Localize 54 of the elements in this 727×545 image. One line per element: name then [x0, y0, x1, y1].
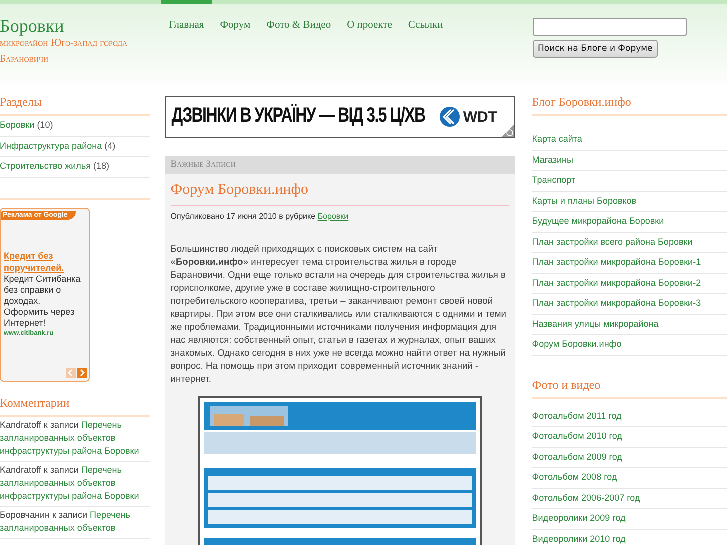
page-link[interactable]: Будущее микрорайона Боровки: [532, 216, 664, 226]
ad-text: Кредит Ситибанка без справки о доходах. Оформить через Интернет!: [4, 274, 82, 328]
post-body: Большинство людей приходящих с поисковых систем на сайт «Боровки.инфо» интересует тема строительства жилья в городе Барановичи. Одни еще только встали на очередь для строительства жилья в горисполкоме, другие уже в составе жилищно-строительного потребительского кооператива, третьи – заканчивают ремонт своей новой квартиры. При этом все они сталкивались или сталкиваются с одними и теми же проблемами. Традиционными источниками получения информация для нас являются: собственный опыт, статьи в газетах и журналах, опыт ваших знакомых. Однако сегодня в них уже не всегда можно найти ответ на нужный вопрос. На помощь при этом приходит современный источник знаний - интернет.: [170, 243, 508, 386]
page-link[interactable]: План застройки микрорайона Боровки-2: [532, 278, 702, 288]
nav-tab[interactable]: Ссылки: [400, 0, 452, 37]
site-subtitle: микрорайон Юго-запад города Барановичи: [0, 37, 129, 67]
recent-comment[interactable]: Kandratoff к записи Перечень запланированных объектов инфраструктуры района Боровки: [0, 416, 150, 462]
page-link[interactable]: План застройки микрорайона Боровки-3: [532, 298, 702, 308]
album-link[interactable]: Видеоролики 2009 год: [532, 513, 626, 523]
widget-title: Комментарии: [0, 396, 150, 416]
post-title[interactable]: Форум Боровки.инфо: [170, 182, 510, 206]
widget-title: Блог Боровки.инфо: [532, 95, 727, 116]
category-link[interactable]: Инфраструктура района: [0, 140, 102, 150]
search-button[interactable]: Поиск на Блоге и Форуме: [533, 40, 658, 58]
globe-icon: [439, 106, 462, 128]
nav-tab[interactable]: Форум: [212, 0, 259, 37]
page-link[interactable]: Транспорт: [532, 175, 576, 185]
page-link[interactable]: Названия улицы микрорайона: [532, 318, 659, 328]
page-link[interactable]: Карты и планы Боровков: [532, 196, 637, 206]
site-title[interactable]: Боровки: [0, 16, 155, 36]
widget-title: Разделы: [0, 95, 150, 116]
category-link[interactable]: Строительство жилья: [0, 161, 91, 171]
album-link[interactable]: Фотоальбом 2011 год: [532, 410, 622, 420]
next-icon[interactable]: [77, 368, 87, 378]
logo-text: WDT: [463, 108, 498, 126]
section-heading: Важные Записи: [164, 156, 516, 174]
ad-headline[interactable]: Кредит без поручителей.: [4, 250, 86, 274]
banner-text: ДЗВІНКИ В УКРАЇНУ — ВІД 3.5 Ц/ХВ: [172, 105, 426, 129]
recent-comment[interactable]: Боровчанин к записи Перечень запланированных объектов: [0, 506, 150, 538]
category-link[interactable]: Боровки: [318, 212, 349, 221]
post-count: (4): [104, 140, 116, 150]
album-link[interactable]: Фотольбом 2006-2007 год: [532, 492, 640, 502]
nav-tab[interactable]: Фото & Видео: [258, 0, 340, 37]
search-field[interactable]: [533, 18, 687, 36]
page-link[interactable]: Карта сайта: [532, 134, 582, 144]
nav-tab[interactable]: Главная: [161, 0, 212, 37]
category-link[interactable]: Боровки: [0, 120, 35, 130]
page-link[interactable]: План застройки микрорайона Боровки-1: [532, 257, 702, 267]
previous-icon[interactable]: [66, 368, 76, 378]
post-meta: Опубликовано 17 июня 2010 в рубрике Боровки: [170, 212, 350, 221]
album-link[interactable]: Фотоальбом 2009 год: [532, 452, 622, 462]
page-link[interactable]: Форум Боровки.инфо: [532, 339, 622, 349]
album-link[interactable]: Видеоролики 2010 год: [532, 534, 626, 544]
album-link[interactable]: Фотоальбом 2010 год: [532, 431, 622, 441]
page-link[interactable]: Магазины: [532, 154, 574, 164]
widget-title: Фото и видео: [532, 378, 727, 398]
post-count: (10): [37, 120, 54, 130]
album-link[interactable]: Фотольбом 2008 год: [532, 472, 618, 482]
page-link[interactable]: План застройки всего района Боровки: [532, 236, 693, 246]
nav-tab[interactable]: О проекте: [339, 0, 400, 37]
post-count: (18): [94, 161, 110, 171]
ad-banner[interactable]: ДЗВІНКИ В УКРАЇНУ — ВІД 3.5 Ц/ХВ WDT: [164, 96, 516, 138]
info-icon[interactable]: [502, 125, 514, 137]
recent-comment[interactable]: Kandratoff к записи Перечень запланированных объектов инфраструктуры района Боровки: [0, 462, 150, 506]
